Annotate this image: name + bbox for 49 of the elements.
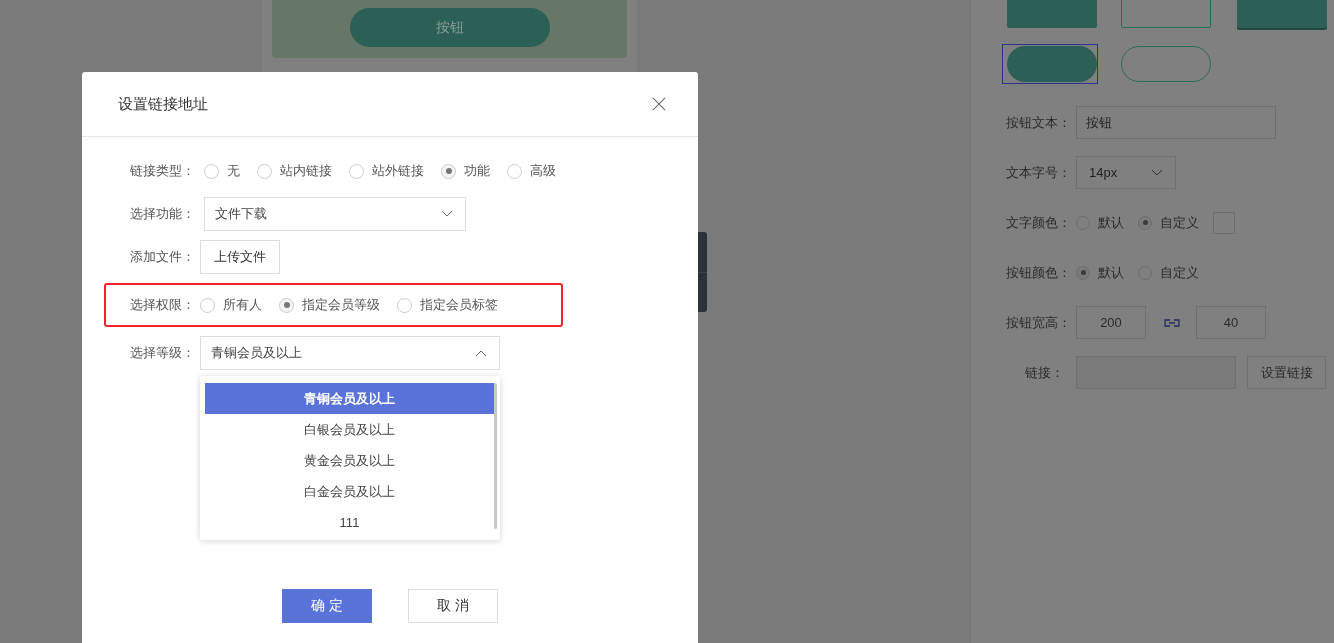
radio-option[interactable]: 自定义 xyxy=(1138,263,1199,282)
button-style-option[interactable] xyxy=(1002,44,1098,84)
cancel-button[interactable]: 取 消 xyxy=(408,589,498,623)
radio-indicator[interactable] xyxy=(1138,215,1152,230)
dialog-title: 设置链接地址 xyxy=(118,94,208,114)
field-label: 链接： xyxy=(1024,363,1064,382)
field-label: 选择等级： xyxy=(130,344,196,362)
select-field[interactable]: 青铜会员及以上 xyxy=(200,336,500,370)
scrollbar[interactable] xyxy=(494,383,497,529)
confirm-button[interactable]: 确 定 xyxy=(282,589,372,623)
field-label: 按钮宽高： xyxy=(1006,313,1072,332)
radio-option[interactable]: 所有人 xyxy=(200,296,262,314)
chevron-down-icon xyxy=(441,210,453,218)
set-link-button[interactable]: 设置链接 xyxy=(1247,356,1326,389)
radio-option[interactable]: 功能 xyxy=(441,162,490,180)
radio-option[interactable]: 默认 xyxy=(1076,263,1124,282)
dropdown-option[interactable]: 青铜会员及以上 xyxy=(205,383,494,414)
field-label: 文字颜色： xyxy=(1006,213,1072,232)
radio-option[interactable]: 站外链接 xyxy=(349,162,424,180)
select-field[interactable]: 文件下载 xyxy=(204,197,466,231)
field-label: 添加文件： xyxy=(130,248,196,266)
radio-option[interactable]: 自定义 xyxy=(1138,213,1199,232)
height-field[interactable]: 40 xyxy=(1196,306,1266,339)
radio-option[interactable]: 无 xyxy=(204,162,240,180)
field-label: 选择权限： xyxy=(130,296,196,314)
width-field[interactable]: 200 xyxy=(1076,306,1146,339)
field-label: 按钮文本： xyxy=(1006,113,1072,132)
dropdown-option[interactable]: 黄金会员及以上 xyxy=(205,445,494,476)
chevron-up-icon xyxy=(475,349,487,357)
side-tab[interactable] xyxy=(698,232,707,312)
upload-button[interactable]: 上传文件 xyxy=(200,240,280,274)
text-field[interactable]: 按钮 xyxy=(1076,106,1276,139)
radio-indicator[interactable] xyxy=(1076,265,1090,280)
radio-option[interactable]: 默认 xyxy=(1076,213,1124,232)
field-label: 按钮颜色： xyxy=(1006,263,1072,282)
dropdown-option[interactable]: 111 xyxy=(205,507,494,538)
field-label: 选择功能： xyxy=(130,205,196,223)
radio-option[interactable]: 站内链接 xyxy=(257,162,332,180)
chevron-down-icon xyxy=(1151,168,1163,177)
radio-option[interactable]: 指定会员等级 xyxy=(279,296,380,314)
font-size-select[interactable]: 14px xyxy=(1076,156,1176,189)
radio-option[interactable]: 高级 xyxy=(507,162,556,180)
dropdown-option[interactable]: 白金会员及以上 xyxy=(205,476,494,507)
link-icon[interactable] xyxy=(1163,317,1181,328)
field-label: 链接类型： xyxy=(130,162,196,180)
close-icon[interactable] xyxy=(652,97,666,111)
radio-option[interactable]: 指定会员标签 xyxy=(397,296,498,314)
dropdown-option[interactable]: 白银会员及以上 xyxy=(205,414,494,445)
field-label: 文本字号： xyxy=(1006,163,1072,182)
